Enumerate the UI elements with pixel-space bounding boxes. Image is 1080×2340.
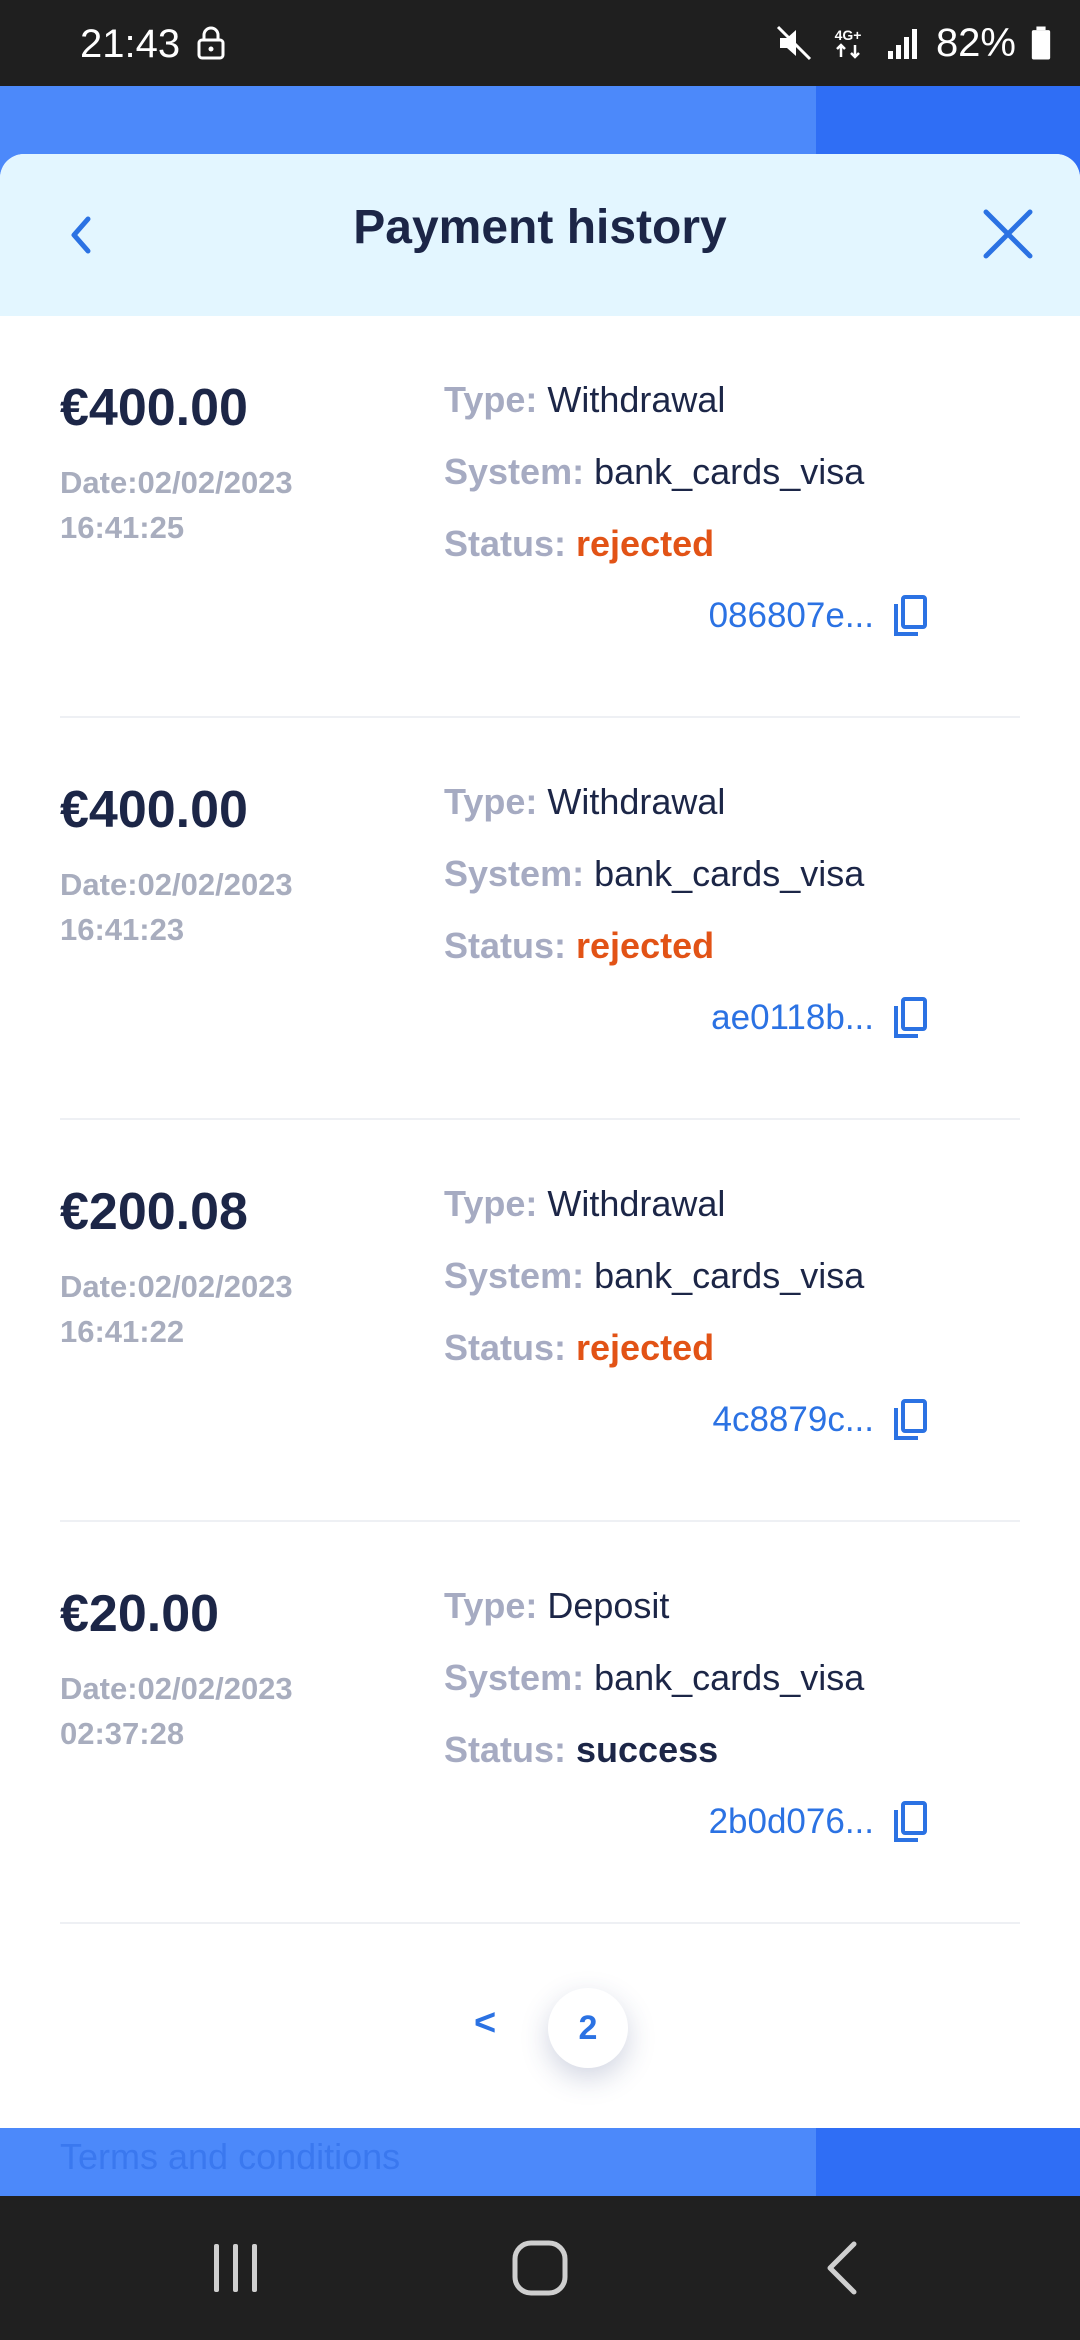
type-label: Type: — [444, 379, 548, 420]
system-nav-bar — [0, 2196, 1080, 2340]
modal-header: Payment history — [0, 154, 1080, 316]
payment-amount: €200.08 — [60, 1183, 248, 1241]
payment-date-label: Date:02/02/2023 — [60, 465, 293, 500]
payment-time: 16:41:23 — [60, 912, 185, 947]
payment-amount: €400.00 — [60, 781, 248, 839]
payment-date: Date:02/02/2023 16:41:22 — [60, 1264, 360, 1354]
type-label: Type: — [444, 1585, 548, 1626]
system-field: System: bank_cards_visa — [444, 1252, 864, 1324]
system-field: System: bank_cards_visa — [444, 448, 864, 520]
copy-icon[interactable] — [890, 996, 930, 1040]
pagination: < 2 — [0, 1988, 1080, 2068]
home-button[interactable] — [470, 2196, 610, 2340]
type-label: Type: — [444, 1183, 548, 1224]
system-label: System: — [444, 451, 595, 492]
payment-time: 02:37:28 — [60, 1716, 185, 1751]
pagination-current-page[interactable]: 2 — [548, 1988, 628, 2068]
battery-icon — [1031, 26, 1051, 60]
payment-history-modal: Payment history €400.00 Date:02/02/2023 … — [0, 154, 1080, 2128]
copy-icon[interactable] — [890, 1800, 930, 1844]
type-value: Withdrawal — [547, 1183, 726, 1224]
network-4g-icon: 4G+ — [835, 27, 862, 59]
type-value: Withdrawal — [547, 781, 726, 822]
payment-fields: Type: Withdrawal System: bank_cards_visa… — [444, 1180, 864, 1396]
signal-icon — [887, 29, 917, 59]
system-value: bank_cards_visa — [594, 853, 865, 894]
payment-fields: Type: Withdrawal System: bank_cards_visa… — [444, 778, 864, 994]
transaction-id[interactable]: 086807e... — [709, 594, 930, 638]
system-label: System: — [444, 1255, 595, 1296]
payment-amount: €20.00 — [60, 1585, 220, 1643]
transaction-id-text: ae0118b... — [711, 998, 874, 1037]
type-field: Type: Withdrawal — [444, 376, 864, 448]
payment-date-label: Date:02/02/2023 — [60, 1269, 293, 1304]
payment-row: €400.00 Date:02/02/2023 16:41:25 Type: W… — [60, 316, 1020, 718]
close-icon — [983, 209, 1033, 259]
payment-date-label: Date:02/02/2023 — [60, 867, 293, 902]
type-value: Deposit — [547, 1585, 670, 1626]
payment-row: €400.00 Date:02/02/2023 16:41:23 Type: W… — [60, 718, 1020, 1120]
status-value: rejected — [576, 925, 715, 966]
mute-icon — [776, 25, 811, 61]
payment-time: 16:41:25 — [60, 510, 185, 545]
type-value: Withdrawal — [547, 379, 726, 420]
transaction-id[interactable]: 2b0d076... — [709, 1800, 930, 1844]
status-field: Status: rejected — [444, 922, 864, 994]
status-label: Status: — [444, 1729, 577, 1770]
payment-time: 16:41:22 — [60, 1314, 185, 1349]
terms-and-conditions-link[interactable]: Terms and conditions — [60, 2136, 400, 2178]
payment-date: Date:02/02/2023 16:41:23 — [60, 862, 360, 952]
system-value: bank_cards_visa — [594, 451, 865, 492]
payment-date-label: Date:02/02/2023 — [60, 1671, 293, 1706]
payment-list: €400.00 Date:02/02/2023 16:41:25 Type: W… — [0, 316, 1080, 1924]
status-label: Status: — [444, 925, 577, 966]
status-bar: 21:43 4G+ 82% — [0, 0, 1080, 86]
payment-row: €20.00 Date:02/02/2023 02:37:28 Type: De… — [60, 1522, 1020, 1924]
status-value: rejected — [576, 1327, 715, 1368]
status-field: Status: rejected — [444, 520, 864, 592]
type-field: Type: Deposit — [444, 1582, 864, 1654]
back-icon — [827, 2241, 857, 2295]
payment-date: Date:02/02/2023 16:41:25 — [60, 460, 360, 550]
system-field: System: bank_cards_visa — [444, 1654, 864, 1726]
status-label: Status: — [444, 1327, 577, 1368]
type-field: Type: Withdrawal — [444, 1180, 864, 1252]
transaction-id[interactable]: ae0118b... — [711, 996, 930, 1040]
type-label: Type: — [444, 781, 548, 822]
system-label: System: — [444, 1657, 595, 1698]
transaction-id-text: 4c8879c... — [712, 1400, 875, 1439]
type-field: Type: Withdrawal — [444, 778, 864, 850]
copy-icon[interactable] — [890, 594, 930, 638]
pagination-prev-button[interactable]: < — [474, 2002, 496, 2045]
status-label: Status: — [444, 523, 577, 564]
status-value: rejected — [576, 523, 715, 564]
transaction-id-text: 2b0d076... — [708, 1802, 874, 1841]
transaction-id[interactable]: 4c8879c... — [713, 1398, 931, 1442]
payment-date: Date:02/02/2023 02:37:28 — [60, 1666, 360, 1756]
svg-text:4G+: 4G+ — [835, 27, 862, 43]
system-value: bank_cards_visa — [594, 1255, 865, 1296]
payment-amount: €400.00 — [60, 379, 248, 437]
back-nav-button[interactable] — [772, 2196, 912, 2340]
status-time: 21:43 — [80, 22, 181, 66]
transaction-id-text: 086807e... — [708, 596, 874, 635]
system-label: System: — [444, 853, 595, 894]
payment-fields: Type: Deposit System: bank_cards_visa St… — [444, 1582, 864, 1798]
recent-apps-button[interactable] — [166, 2196, 306, 2340]
status-field: Status: success — [444, 1726, 864, 1798]
recent-apps-icon — [214, 2244, 257, 2292]
system-value: bank_cards_visa — [594, 1657, 865, 1698]
copy-icon[interactable] — [890, 1398, 930, 1442]
payment-row: €200.08 Date:02/02/2023 16:41:22 Type: W… — [60, 1120, 1020, 1522]
payment-fields: Type: Withdrawal System: bank_cards_visa… — [444, 376, 864, 592]
battery-percent: 82% — [935, 20, 1016, 65]
status-value: success — [576, 1729, 719, 1770]
system-field: System: bank_cards_visa — [444, 850, 864, 922]
close-button[interactable] — [976, 202, 1040, 266]
lock-icon — [197, 26, 225, 60]
modal-title: Payment history — [353, 201, 727, 254]
home-icon — [512, 2240, 568, 2296]
status-field: Status: rejected — [444, 1324, 864, 1396]
